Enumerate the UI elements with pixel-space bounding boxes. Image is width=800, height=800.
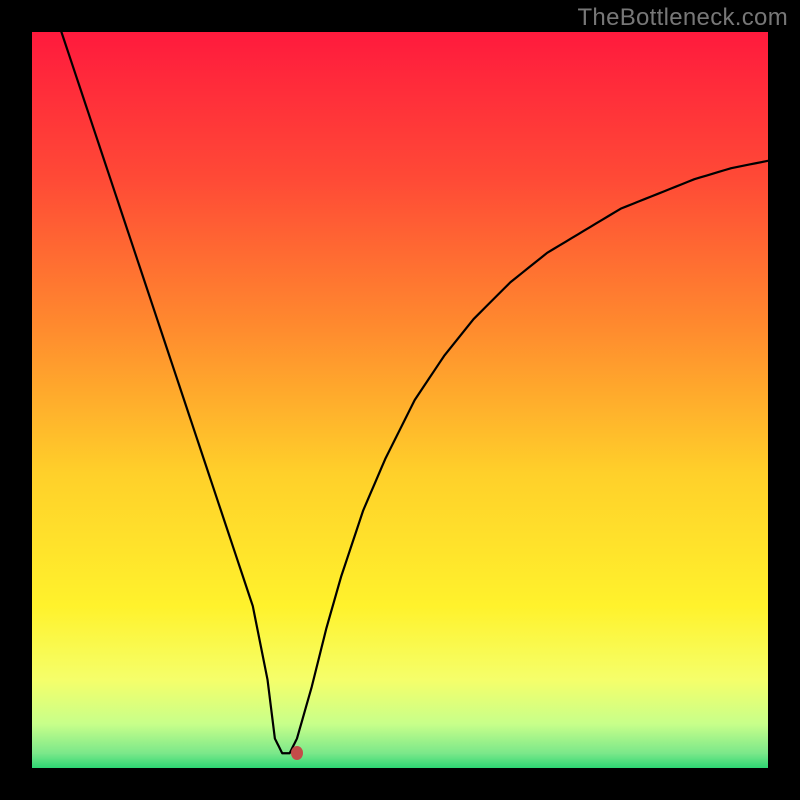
bottleneck-curve (61, 32, 768, 753)
curve-layer (32, 32, 768, 768)
plot-area (32, 32, 768, 768)
watermark-text: TheBottleneck.com (577, 4, 788, 32)
minimum-marker (291, 746, 303, 760)
chart-frame: TheBottleneck.com (0, 0, 800, 800)
